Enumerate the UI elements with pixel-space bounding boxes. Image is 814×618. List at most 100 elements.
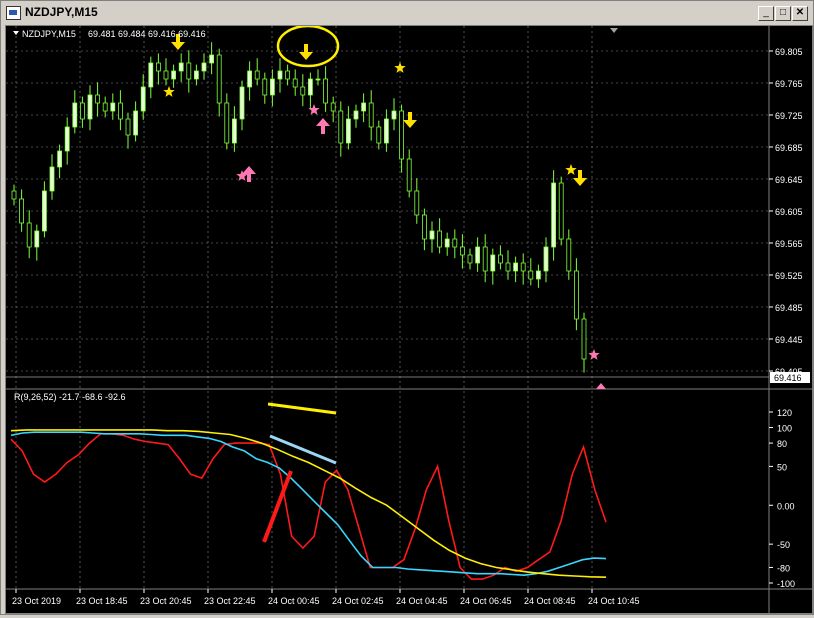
- indicator-tick-label: -80: [777, 563, 790, 573]
- yellow-trend-annotation: [267, 402, 337, 415]
- candle-body: [452, 238, 458, 248]
- time-tick-label: 23 Oct 2019: [12, 596, 61, 606]
- arrow-up-icon: [596, 383, 606, 389]
- price-tick-label: 69.605: [775, 207, 803, 217]
- minimize-button[interactable]: _: [758, 6, 774, 21]
- candle-body: [475, 246, 481, 264]
- candle-body: [543, 246, 549, 272]
- chart-window-icon: [6, 6, 21, 20]
- maximize-button[interactable]: □: [775, 6, 791, 21]
- candle-body: [64, 126, 70, 152]
- candle-body: [262, 78, 268, 96]
- candle-body: [224, 102, 230, 144]
- candle-body: [87, 94, 93, 120]
- candle-body: [118, 102, 123, 120]
- candle-body: [216, 54, 222, 104]
- candle-body: [429, 230, 435, 240]
- candle-body: [353, 110, 359, 120]
- candle-body: [330, 102, 336, 112]
- time-tick-label: 24 Oct 08:45: [524, 596, 576, 606]
- candle-body: [383, 118, 389, 144]
- candle-body: [193, 70, 199, 80]
- indicator-axis: 120 100 80 50 0.00 -50 -80 -100: [769, 408, 795, 589]
- candle-body: [201, 62, 207, 72]
- chart-area[interactable]: 69.805 69.765 69.725 69.685 69.645 69.605 69.5…: [5, 24, 813, 614]
- candle-body: [421, 214, 427, 240]
- price-tick-label: 69.725: [775, 111, 803, 121]
- candle-body: [551, 182, 556, 248]
- price-tick-label: 69.645: [775, 175, 803, 185]
- chart-shift-icon[interactable]: [610, 28, 618, 33]
- candle-body: [338, 110, 344, 144]
- candle-body: [558, 182, 564, 240]
- indicator-tick-label: 100: [777, 424, 792, 434]
- chart-canvas[interactable]: 69.805 69.765 69.725 69.685 69.645 69.605 69.5…: [6, 24, 812, 613]
- candle-body: [505, 262, 511, 272]
- candle-body: [323, 78, 329, 104]
- candle-body: [399, 110, 405, 160]
- price-tick-label: 69.805: [775, 47, 803, 57]
- indicator-tick-label: 80: [777, 439, 787, 449]
- candle-body: [148, 62, 154, 88]
- time-tick-label: 24 Oct 06:45: [460, 596, 512, 606]
- candle-body: [300, 86, 306, 96]
- candle-body: [345, 118, 351, 144]
- indicator-label: R(9,26,52) -21.7 -68.6 -92.6: [14, 392, 126, 402]
- candle-body: [163, 70, 169, 80]
- candle-body: [444, 238, 450, 248]
- candle-body: [186, 62, 192, 80]
- candle-body: [361, 102, 367, 112]
- price-tick-label: 69.485: [775, 303, 803, 313]
- candle-body: [285, 70, 291, 80]
- candle-body: [520, 262, 526, 272]
- candle-body: [231, 118, 237, 144]
- candle-body: [277, 70, 283, 80]
- drawn-annotations: [262, 24, 340, 543]
- indicator-tick-label: 50: [777, 462, 787, 472]
- candle-body: [95, 94, 100, 104]
- arrow-down-icon: [299, 44, 313, 60]
- candle-body: [292, 78, 298, 88]
- candle-body: [11, 190, 17, 200]
- time-tick-label: 24 Oct 02:45: [332, 596, 384, 606]
- candle-body: [80, 102, 85, 120]
- candle-body: [133, 110, 138, 136]
- candle-body: [467, 254, 473, 264]
- price-tick-label: 69.765: [775, 79, 803, 89]
- candle-body: [140, 86, 146, 112]
- price-tick-label: 69.445: [775, 335, 803, 345]
- candle-body: [497, 254, 503, 264]
- time-tick-label: 24 Oct 04:45: [396, 596, 448, 606]
- indicator-tick-label: -50: [777, 540, 790, 550]
- chart-window: NZDJPY,M15 _ □ ✕ 69.805 69.765 69.725 69.68…: [0, 0, 814, 615]
- price-axis: 69.805 69.765 69.725 69.685 69.645 69.605 69.5…: [769, 47, 803, 377]
- candle-body: [110, 102, 116, 112]
- candle-body: [19, 198, 25, 224]
- cyan-signal-line: [10, 431, 607, 577]
- candle-body: [72, 102, 78, 128]
- candle-body: [536, 270, 541, 280]
- candle-body: [414, 190, 420, 216]
- window-title: NZDJPY,M15: [25, 5, 98, 19]
- close-button[interactable]: ✕: [792, 6, 808, 21]
- candle-body: [239, 86, 245, 120]
- collapse-icon[interactable]: [13, 31, 19, 35]
- title-bar[interactable]: NZDJPY,M15 _ □ ✕: [3, 3, 809, 22]
- time-tick-label: 24 Oct 10:45: [588, 596, 640, 606]
- rsi-red-line: [10, 432, 607, 580]
- candlestick-series: [11, 42, 587, 373]
- candle-body: [406, 158, 412, 192]
- candle-body: [171, 70, 177, 80]
- arrow-down-icon: [573, 170, 587, 186]
- candle-body: [155, 62, 161, 72]
- candle-body: [49, 166, 55, 192]
- time-tick-label: 24 Oct 00:45: [268, 596, 320, 606]
- current-price-label: 69.416: [774, 373, 802, 383]
- candle-body: [528, 270, 534, 280]
- price-tick-label: 69.565: [775, 239, 803, 249]
- indicator-tick-label: 120: [777, 408, 792, 418]
- symbol-label: NZDJPY,M15: [22, 29, 76, 39]
- candle-body: [437, 230, 443, 248]
- star-icon: [565, 164, 577, 175]
- arrow-up-icon: [316, 118, 330, 134]
